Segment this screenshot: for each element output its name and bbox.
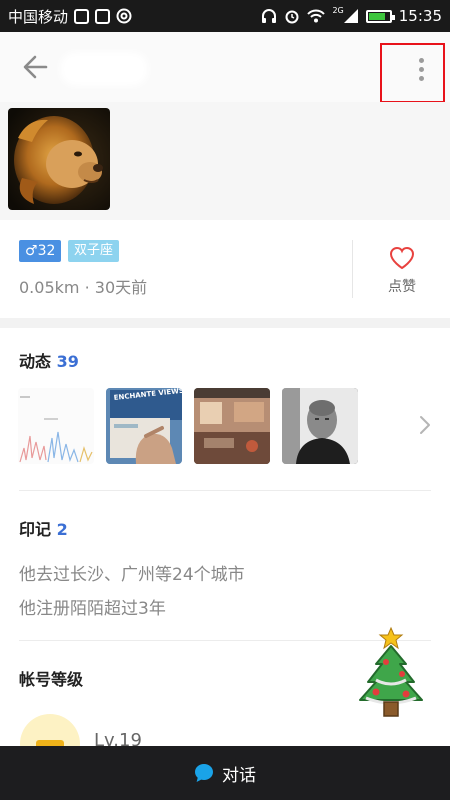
feed-thumbnail-room[interactable] xyxy=(194,388,270,464)
separator-dot: · xyxy=(84,278,90,297)
image-notification-icon xyxy=(95,8,111,24)
distance-and-activity: 0.05km · 30天前 xyxy=(19,274,147,298)
male-symbol-icon: ♂ xyxy=(25,243,38,259)
more-vertical-icon xyxy=(419,58,424,63)
clock-time: 15:35 xyxy=(398,7,442,25)
street-sign-image: ENCHANTE VIEWS AT BR xyxy=(106,388,182,464)
more-menu-button[interactable] xyxy=(380,43,445,103)
zodiac-badge: 双子座 xyxy=(68,240,120,262)
signal-icon xyxy=(343,9,358,23)
status-right: 2G 15:35 xyxy=(261,5,442,25)
avatar[interactable] xyxy=(8,108,110,210)
account-level-title: 帐号等级 xyxy=(19,670,84,689)
carrier-name: 中国移动 xyxy=(8,7,69,26)
arrow-left-icon[interactable] xyxy=(18,52,52,82)
app-bar xyxy=(0,32,450,103)
chart-screenshot-image xyxy=(18,388,94,464)
marks-title: 印记 xyxy=(19,520,52,539)
feed-section-title[interactable]: 动态 39 xyxy=(19,348,79,372)
more-vertical-icon-dot xyxy=(419,76,424,81)
mark-cities-visited: 他去过长沙、广州等24个城市 xyxy=(19,565,245,585)
feed-thumbnail-sign[interactable]: ENCHANTE VIEWS AT BR xyxy=(106,388,182,464)
christmas-tree-icon[interactable] xyxy=(352,618,430,722)
marks-count: 2 xyxy=(56,520,68,539)
at-sign-icon xyxy=(116,8,132,24)
status-bar: 中国移动 2G 15:35 xyxy=(0,0,450,32)
profile-info-row: ♂32 双子座 0.05km · 30天前 点赞 xyxy=(0,220,450,318)
status-left: 中国移动 xyxy=(8,6,132,27)
notification-icon xyxy=(74,8,90,24)
lion-avatar xyxy=(8,108,110,210)
distance-value: 0.05km xyxy=(19,278,80,297)
network-type-label: 2G xyxy=(332,5,344,15)
divider xyxy=(19,490,431,491)
more-vertical-icon-dot xyxy=(419,67,424,72)
chevron-right-icon[interactable] xyxy=(418,414,432,436)
chat-bubble-icon xyxy=(195,764,213,782)
mark-registration-age: 他注册陌陌超过3年 xyxy=(19,599,166,619)
portrait-photo-image xyxy=(282,388,358,464)
alarm-clock-icon xyxy=(285,10,299,24)
page-title-blurred xyxy=(66,58,142,80)
last-active-value: 30天前 xyxy=(94,278,148,297)
wifi-icon xyxy=(307,9,326,23)
feed-count: 39 xyxy=(56,352,79,371)
section-gap xyxy=(0,318,450,328)
gender-age-badge: ♂32 xyxy=(19,240,62,262)
feed-thumbnail-chart[interactable] xyxy=(18,388,94,464)
chat-label: 对话 xyxy=(222,765,256,786)
avatar-section xyxy=(0,102,450,220)
headphones-icon xyxy=(262,9,277,23)
battery-fill xyxy=(368,12,385,20)
heart-icon xyxy=(389,246,415,270)
feed-thumbnails: ENCHANTE VIEWS AT BR xyxy=(18,388,358,464)
feed-thumbnail-portrait[interactable] xyxy=(282,388,358,464)
room-photo-image xyxy=(194,388,270,464)
like-label: 点赞 xyxy=(388,279,416,295)
divider xyxy=(352,240,353,298)
age-value: 32 xyxy=(37,243,56,259)
feed-title: 动态 xyxy=(19,352,52,371)
battery-icon xyxy=(365,9,395,23)
marks-section-title: 印记 2 xyxy=(19,516,68,540)
chat-button[interactable]: 对话 xyxy=(0,746,450,800)
like-button[interactable]: 点赞 xyxy=(376,246,428,302)
